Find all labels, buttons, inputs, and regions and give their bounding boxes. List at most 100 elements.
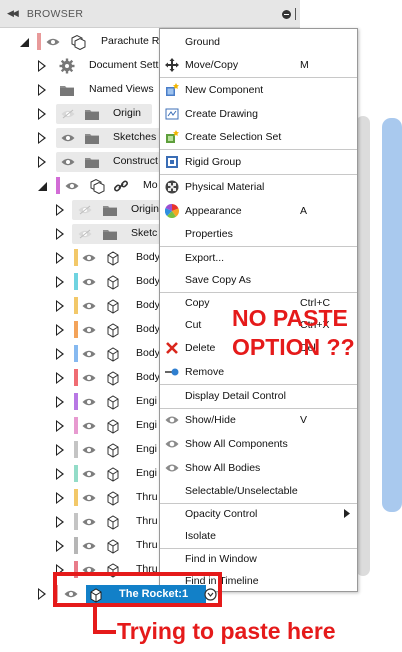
rigid-group-icon xyxy=(166,156,178,168)
expand-triangle-icon[interactable] xyxy=(56,348,64,360)
link-icon xyxy=(113,180,129,192)
component-icon xyxy=(71,34,86,50)
expand-triangle-icon[interactable] xyxy=(56,228,64,240)
eye-icon[interactable] xyxy=(82,301,96,311)
browser-header: ◀◀ BROWSER xyxy=(0,0,300,28)
color-bar xyxy=(37,33,41,50)
expand-triangle-icon[interactable] xyxy=(38,132,46,144)
eye-hidden-icon[interactable] xyxy=(61,109,75,119)
body-icon xyxy=(107,323,119,338)
eye-icon[interactable] xyxy=(82,541,96,551)
tree-row-label: Body xyxy=(136,347,160,359)
submenu-arrow-icon xyxy=(344,509,350,518)
body-icon xyxy=(107,251,119,266)
body-icon xyxy=(107,275,119,290)
appearance-icon xyxy=(165,204,179,218)
eye-hidden-icon[interactable] xyxy=(78,229,92,239)
menu-item-export[interactable]: Export... xyxy=(160,247,357,269)
expand-triangle-icon[interactable] xyxy=(56,420,64,432)
eye-hidden-icon[interactable] xyxy=(78,205,92,215)
expand-triangle-icon[interactable] xyxy=(38,60,46,72)
menu-item-isolate[interactable]: Isolate xyxy=(160,525,357,547)
body-icon xyxy=(107,347,119,362)
body-icon xyxy=(107,491,119,506)
menu-item-ground[interactable]: Ground xyxy=(160,31,357,53)
body-icon xyxy=(107,467,119,482)
body-icon xyxy=(107,539,119,554)
eye-icon[interactable] xyxy=(82,493,96,503)
trying-annotation: Trying to paste here xyxy=(117,618,336,644)
menu-item-find-in-window[interactable]: Find in Window xyxy=(160,548,357,570)
collapse-panel-icon[interactable]: ◀◀ xyxy=(7,8,19,19)
color-bar xyxy=(74,441,78,458)
eye-icon[interactable] xyxy=(82,373,96,383)
browser-title: BROWSER xyxy=(26,7,84,20)
expand-triangle-icon[interactable] xyxy=(38,588,46,600)
tree-row-label: Thru xyxy=(136,491,158,503)
gear-icon xyxy=(59,58,75,74)
eye-icon[interactable] xyxy=(82,277,96,287)
eye-icon[interactable] xyxy=(82,253,96,263)
expand-triangle-icon[interactable] xyxy=(38,108,46,120)
eye-icon[interactable] xyxy=(82,349,96,359)
menu-item-rigid-group[interactable]: Rigid Group xyxy=(160,151,357,173)
folder-icon xyxy=(60,86,74,96)
tree-row-label: Body xyxy=(136,251,160,263)
eye-icon[interactable] xyxy=(61,157,75,167)
expand-triangle-icon[interactable] xyxy=(56,300,64,312)
tree-row-label: Document Setti xyxy=(89,59,161,71)
menu-item-show-all-components[interactable]: Show All Components xyxy=(160,433,357,455)
tree-row-label: Sketc xyxy=(131,227,158,239)
menu-item-properties[interactable]: Properties xyxy=(160,223,357,245)
menu-item-create-drawing[interactable]: Create Drawing xyxy=(160,103,357,125)
menu-item-new-component[interactable]: New Component xyxy=(160,79,357,101)
expand-triangle-icon[interactable] xyxy=(56,468,64,480)
menu-item-move-copy[interactable]: Move/Copy M xyxy=(160,54,357,76)
expand-triangle-icon[interactable] xyxy=(56,324,64,336)
eye-icon[interactable] xyxy=(46,37,60,47)
expand-triangle-icon[interactable] xyxy=(56,492,64,504)
minimize-icon[interactable] xyxy=(282,10,291,19)
expand-triangle-icon[interactable] xyxy=(56,252,64,264)
menu-item-selectable-unselectable[interactable]: Selectable/Unselectable xyxy=(160,480,357,502)
color-bar xyxy=(74,249,78,266)
eye-icon[interactable] xyxy=(65,181,79,191)
color-bar xyxy=(74,345,78,362)
collapse-triangle-icon[interactable] xyxy=(37,181,48,192)
eye-icon[interactable] xyxy=(82,517,96,527)
expand-triangle-icon[interactable] xyxy=(56,276,64,288)
expand-triangle-icon[interactable] xyxy=(56,516,64,528)
eye-icon[interactable] xyxy=(82,445,96,455)
expand-triangle-icon[interactable] xyxy=(56,204,64,216)
menu-item-remove[interactable]: Remove xyxy=(160,361,357,383)
eye-icon[interactable] xyxy=(82,421,96,431)
expand-triangle-icon[interactable] xyxy=(38,84,46,96)
expand-triangle-icon[interactable] xyxy=(38,156,46,168)
tree-row-label: Engi xyxy=(136,467,158,479)
move-icon xyxy=(165,58,179,72)
tree-row-label: Body xyxy=(136,371,160,383)
menu-item-physical-material[interactable]: Physical Material xyxy=(160,176,357,198)
menu-item-create-selection-set[interactable]: Create Selection Set xyxy=(160,126,357,148)
menu-item-opacity-control[interactable]: Opacity Control xyxy=(160,503,357,525)
tree-row-label: Origin xyxy=(131,203,160,215)
expand-triangle-icon[interactable] xyxy=(56,372,64,384)
expand-triangle-icon[interactable] xyxy=(56,396,64,408)
eye-icon[interactable] xyxy=(61,133,75,143)
menu-item-save-copy-as[interactable]: Save Copy As xyxy=(160,269,357,291)
menu-item-display-detail-control[interactable]: Display Detail Control xyxy=(160,385,357,407)
tree-row-label: Body xyxy=(136,323,160,335)
menu-item-show-hide[interactable]: Show/Hide V xyxy=(160,409,357,431)
eye-icon[interactable] xyxy=(82,397,96,407)
eye-icon[interactable] xyxy=(82,469,96,479)
expand-triangle-icon[interactable] xyxy=(56,444,64,456)
eye-icon xyxy=(165,440,179,448)
body-icon xyxy=(107,395,119,410)
collapse-triangle-icon[interactable] xyxy=(19,37,30,48)
folder-icon xyxy=(85,134,99,144)
eye-icon[interactable] xyxy=(82,325,96,335)
menu-item-appearance[interactable]: Appearance A xyxy=(160,200,357,222)
expand-triangle-icon[interactable] xyxy=(56,540,64,552)
tree-row-label: Thru xyxy=(136,515,158,527)
menu-item-show-all-bodies[interactable]: Show All Bodies xyxy=(160,457,357,479)
